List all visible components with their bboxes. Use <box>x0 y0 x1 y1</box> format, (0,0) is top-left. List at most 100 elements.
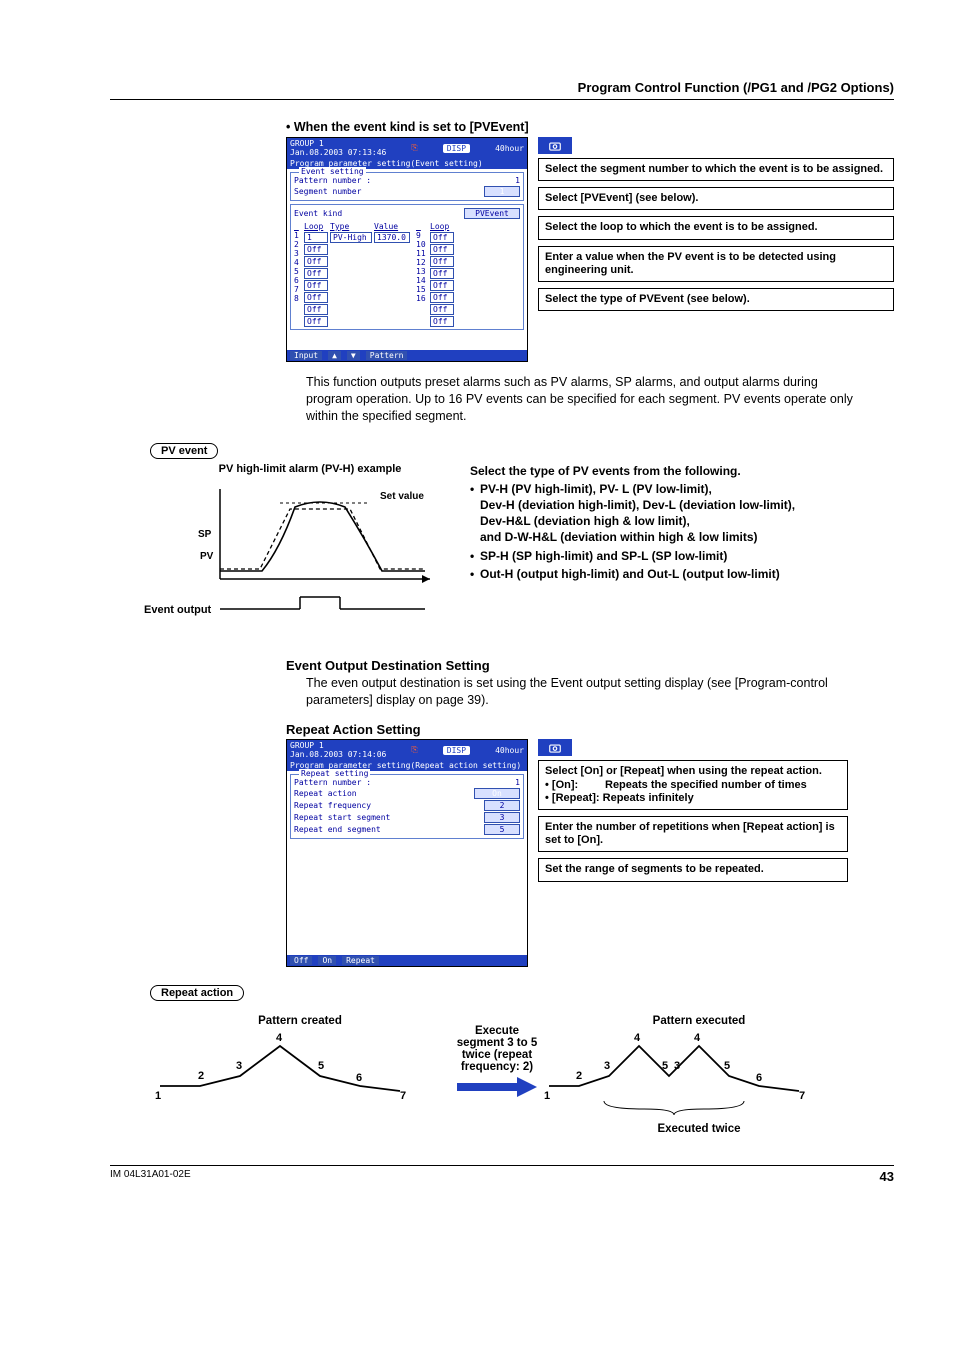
event-output-label: Event output <box>144 604 424 616</box>
row-n: 2 <box>294 240 302 249</box>
pv-bullet-1: PV-H (PV high-limit), PV- L (PV low-limi… <box>470 481 795 546</box>
callout-value: Enter a value when the PV event is to be… <box>538 246 894 282</box>
pvevent-heading: • When the event kind is set to [PVEvent… <box>286 120 894 134</box>
type-cell[interactable]: PV-High <box>330 232 372 243</box>
row-n: 12 <box>416 258 428 267</box>
row-n: 16 <box>416 294 428 303</box>
box1-title: Event setting <box>299 167 366 176</box>
loop-cell[interactable]: Off <box>430 280 454 291</box>
pattern-val: 1 <box>515 778 520 787</box>
pv-bullet-2: SP-H (SP high-limit) and SP-L (SP low-li… <box>470 548 795 564</box>
loop-cell[interactable]: Off <box>304 244 328 255</box>
row-n: 14 <box>416 276 428 285</box>
start-label: Repeat start segment <box>294 813 484 822</box>
svg-text:6: 6 <box>756 1072 762 1084</box>
footer-repeat[interactable]: Repeat <box>342 956 379 965</box>
loop-cell[interactable]: Off <box>304 256 328 267</box>
ss-group: GROUP 1 <box>290 139 324 148</box>
ss-hours: 40hour <box>495 746 524 755</box>
row-n: 9 <box>416 231 428 240</box>
svg-text:5: 5 <box>318 1060 324 1072</box>
row-n: 10 <box>416 240 428 249</box>
repeat-setting-screenshot: GROUP 1 Jan.08.2003 07:14:06 ⎘ DISP 40ho… <box>286 739 528 967</box>
svg-text:2: 2 <box>198 1070 204 1082</box>
row-n: 5 <box>294 267 302 276</box>
ss-datetime: Jan.08.2003 07:13:46 <box>290 148 386 157</box>
pattern-center-note: Execute segment 3 to 5 twice (repeat fre… <box>450 1015 544 1100</box>
value-cell[interactable]: 1370.0 <box>374 232 410 243</box>
sp-label: SP <box>198 529 212 540</box>
svg-text:5: 5 <box>724 1060 730 1072</box>
eods-heading: Event Output Destination Setting <box>286 658 894 673</box>
action-label: Repeat action <box>294 789 474 798</box>
footer-pattern[interactable]: Pattern <box>366 351 408 360</box>
svg-text:7: 7 <box>799 1090 805 1102</box>
loop-cell[interactable]: Off <box>304 280 328 291</box>
svg-text:3: 3 <box>236 1060 242 1072</box>
freq-val[interactable]: 2 <box>484 800 520 811</box>
loop-cell[interactable]: Off <box>304 304 328 315</box>
pattern-executed: Pattern executed 1 2 3 4 5 3 4 5 6 7 Exe… <box>544 1015 854 1135</box>
page-header: Program Control Function (/PG1 and /PG2 … <box>110 80 894 99</box>
ss-datetime: Jan.08.2003 07:14:06 <box>290 750 386 759</box>
callout-segment: Select the segment number to which the e… <box>538 158 894 181</box>
row-n: 11 <box>416 249 428 258</box>
row-n: 3 <box>294 249 302 258</box>
start-val[interactable]: 3 <box>484 812 520 823</box>
pv-text-intro: Select the type of PV events from the fo… <box>470 463 795 479</box>
loop-cell[interactable]: Off <box>430 256 454 267</box>
footer-off[interactable]: Off <box>290 956 312 965</box>
callout-type: Select the type of PVEvent (see below). <box>538 288 894 311</box>
svg-text:4: 4 <box>694 1032 701 1044</box>
segment-val[interactable]: 1 <box>484 186 520 197</box>
loop-cell[interactable]: Off <box>304 316 328 327</box>
loop-cell[interactable]: Off <box>430 316 454 327</box>
freq-label: Repeat frequency <box>294 801 484 810</box>
loop-cell[interactable]: Off <box>430 232 454 243</box>
loop-cell[interactable]: Off <box>430 268 454 279</box>
page-number: 43 <box>880 1169 894 1184</box>
loop-cell[interactable]: Off <box>430 304 454 315</box>
row-n: 7 <box>294 285 302 294</box>
footer-code: IM 04L31A01-02E <box>110 1169 191 1184</box>
svg-text:1: 1 <box>544 1090 550 1102</box>
repeat-callout-3: Set the range of segments to be repeated… <box>538 858 848 881</box>
col-loop2: Loop <box>430 222 454 231</box>
event-kind-val[interactable]: PVEvent <box>464 208 520 219</box>
executed-twice-label: Executed twice <box>544 1123 854 1135</box>
svg-text:2: 2 <box>576 1070 582 1082</box>
row-n: 8 <box>294 294 302 303</box>
loop-cell[interactable]: Off <box>430 292 454 303</box>
repeat-heading: Repeat Action Setting <box>286 722 894 737</box>
footer-input[interactable]: Input <box>290 351 322 360</box>
svg-text:3: 3 <box>604 1060 610 1072</box>
pv-label: PV <box>200 551 214 562</box>
loop-cell[interactable]: Off <box>304 292 328 303</box>
set-value-label: Set value <box>380 491 424 502</box>
svg-text:6: 6 <box>356 1072 362 1084</box>
loop-cell[interactable]: 1 <box>304 232 328 243</box>
repeat-box-title: Repeat setting <box>299 769 370 778</box>
pattern-label: Pattern number : <box>294 778 515 787</box>
ss-disp: DISP <box>443 144 470 153</box>
svg-text:4: 4 <box>634 1032 641 1044</box>
pattern-label: Pattern number : <box>294 176 515 185</box>
loop-cell[interactable]: Off <box>304 268 328 279</box>
end-label: Repeat end segment <box>294 825 484 834</box>
camera-icon-bar <box>538 137 572 154</box>
repeat-callout-1: Select [On] or [Repeat] when using the r… <box>538 760 848 810</box>
loop-cell[interactable]: Off <box>430 244 454 255</box>
row-n: 13 <box>416 267 428 276</box>
repeat-callout-2: Enter the number of repetitions when [Re… <box>538 816 848 852</box>
footer-up[interactable]: ▲ <box>328 351 341 360</box>
svg-text:5: 5 <box>662 1060 668 1072</box>
action-val[interactable]: On <box>474 788 520 799</box>
footer-down[interactable]: ▼ <box>347 351 360 360</box>
end-val[interactable]: 5 <box>484 824 520 835</box>
footer-on[interactable]: On <box>318 956 336 965</box>
svg-text:4: 4 <box>276 1032 283 1044</box>
col-type: Type <box>330 222 372 231</box>
ss-group: GROUP 1 <box>290 741 324 750</box>
row-n: 6 <box>294 276 302 285</box>
svg-text:7: 7 <box>400 1090 406 1101</box>
